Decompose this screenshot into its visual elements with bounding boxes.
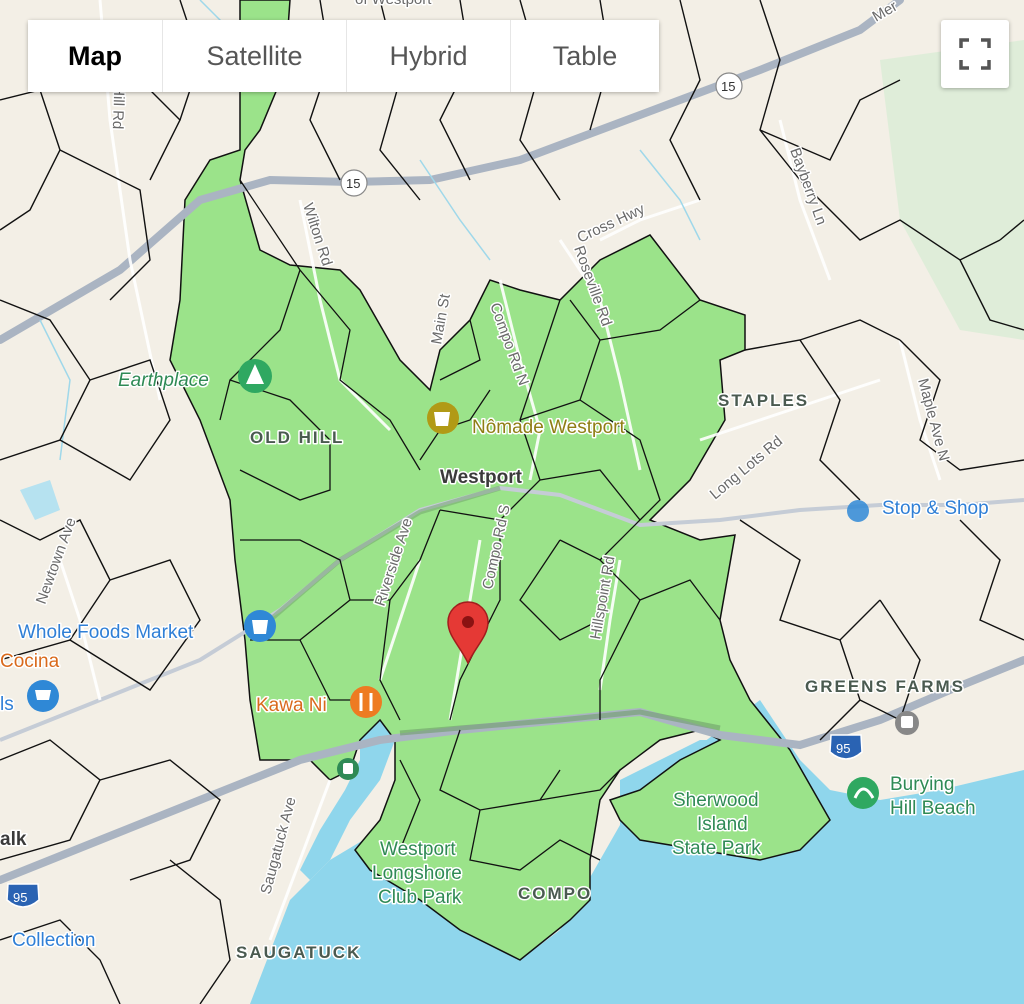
park-label-sherwood-2[interactable]: Island (696, 813, 750, 837)
route-15-label-a: 15 (346, 176, 360, 191)
cafe-icon[interactable] (427, 402, 459, 434)
poi-label-stop-shop[interactable]: Stop & Shop (881, 497, 991, 521)
area-label-compo: COMPO (518, 884, 592, 903)
store-icon[interactable] (847, 500, 869, 522)
park-label-burying-2[interactable]: Hill Beach (889, 797, 978, 821)
tab-hybrid[interactable]: Hybrid (347, 20, 511, 92)
route-15-label-b: 15 (721, 79, 735, 94)
area-label-staples: STAPLES (718, 391, 809, 410)
poi-label-nomade[interactable]: Nômade Westport (471, 416, 627, 440)
park-label-longshore-1[interactable]: Westport (379, 838, 458, 862)
area-label-saugatuck: SAUGATUCK (236, 943, 361, 962)
park-label-earthplace[interactable]: Earthplace (117, 369, 211, 393)
map-type-control: Map Satellite Hybrid Table (28, 20, 659, 92)
park-label-sherwood-3[interactable]: State Park (671, 837, 763, 861)
restaurant-icon[interactable] (350, 686, 382, 718)
poi-label-cocina[interactable]: Cocina (0, 650, 61, 674)
poi-label-whole-foods[interactable]: Whole Foods Market (17, 621, 196, 645)
park-label-longshore-2[interactable]: Longshore (371, 862, 464, 886)
tree-icon[interactable] (238, 359, 272, 393)
area-label-old-hill: OLD HILL (250, 428, 344, 447)
fullscreen-icon (959, 38, 991, 70)
shopping-cart-icon[interactable] (27, 680, 59, 712)
poi-label-collection[interactable]: Collection (11, 929, 97, 953)
tab-map[interactable]: Map (28, 20, 163, 92)
i95-label-east: 95 (836, 741, 850, 756)
area-label-greens-farms: GREENS FARMS (805, 677, 965, 696)
i95-label-west: 95 (13, 890, 27, 905)
poi-label-kawa[interactable]: Kawa Ni (255, 694, 329, 718)
tab-satellite[interactable]: Satellite (163, 20, 347, 92)
poi-label-ls[interactable]: ls (0, 693, 15, 717)
park-label-burying-1[interactable]: Burying (889, 773, 956, 797)
town-label-norwalk: alk (0, 829, 27, 850)
map-canvas[interactable]: OLD HILL STAPLES GREENS FARMS COMPO SAUG… (0, 0, 1024, 1004)
train-station-icon-south[interactable] (337, 758, 359, 780)
park-label-sherwood-1[interactable]: Sherwood (672, 789, 761, 813)
tab-table[interactable]: Table (511, 20, 659, 92)
park-label-longshore-3[interactable]: Club Park (377, 886, 464, 910)
shopping-bag-icon[interactable] (244, 610, 276, 642)
town-label-westport: Westport (440, 467, 523, 488)
beach-icon[interactable] (847, 777, 879, 809)
train-station-icon[interactable] (895, 711, 919, 735)
fullscreen-button[interactable] (941, 20, 1009, 88)
road-label-top-westport: of Westport (355, 0, 432, 8)
